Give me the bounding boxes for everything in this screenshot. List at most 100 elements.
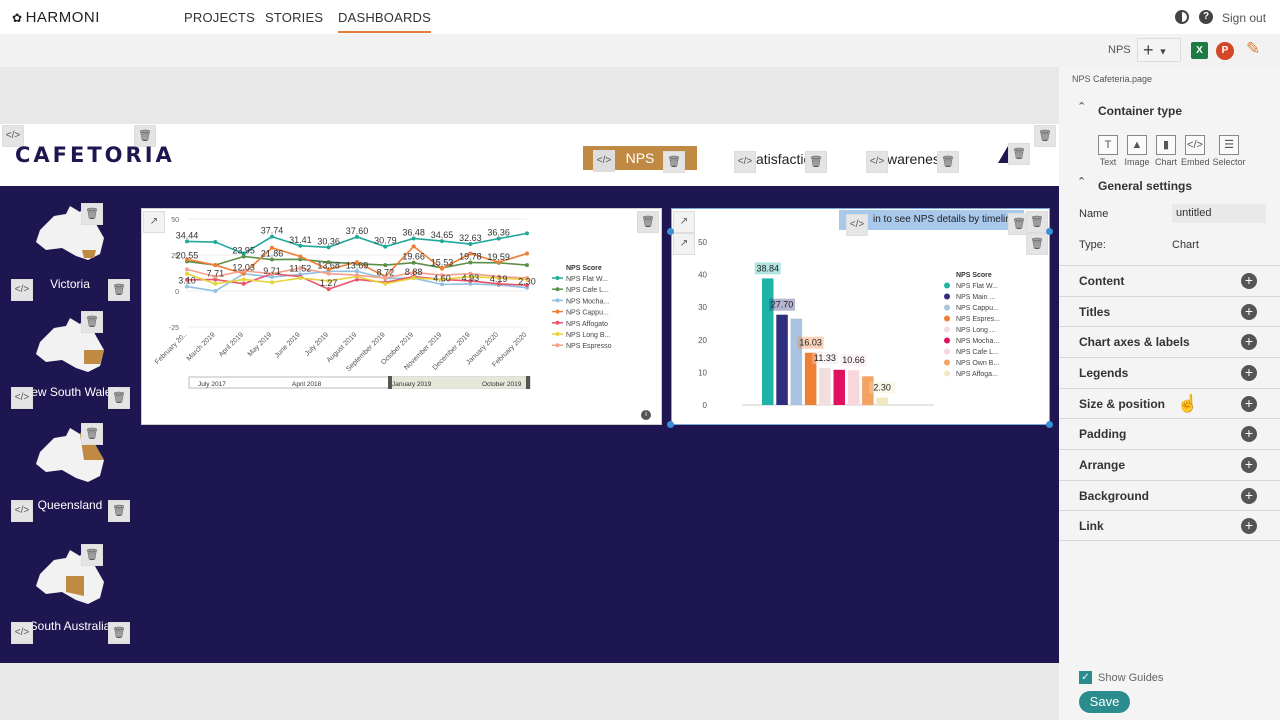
trash-icon[interactable]: 🗑 (937, 151, 959, 173)
trash-icon[interactable]: 🗑 (805, 151, 827, 173)
plus-icon[interactable]: + (1241, 518, 1257, 534)
embed-code-icon[interactable]: </> (593, 150, 615, 172)
type-selector[interactable]: ☰ Selector (1212, 135, 1246, 167)
tab-stories[interactable]: STORIES (265, 10, 323, 25)
general-settings-heading[interactable]: General settings (1098, 179, 1192, 193)
data-label: 27.70 (771, 300, 794, 310)
excel-export-icon[interactable]: X (1191, 42, 1208, 59)
section-background[interactable]: Background + (1059, 480, 1280, 511)
type-image[interactable]: ▲ Image (1123, 135, 1151, 167)
powerpoint-export-icon[interactable]: P (1216, 42, 1234, 60)
embed-code-icon[interactable]: </> (11, 622, 33, 644)
expand-icon[interactable]: ↗ (673, 233, 695, 255)
embed-code-icon[interactable]: </> (866, 151, 888, 173)
trash-icon[interactable]: 🗑 (1026, 233, 1048, 255)
trash-icon[interactable]: 🗑 (1034, 125, 1056, 147)
harmoni-logo-icon: ✿ (12, 10, 23, 25)
embed-code-icon[interactable]: </> (846, 214, 868, 236)
plus-icon[interactable]: + (1241, 273, 1257, 289)
trash-icon[interactable]: 🗑 (108, 279, 130, 301)
pencil-edit-icon[interactable]: ✎ (1246, 39, 1260, 59)
embed-code-icon[interactable]: </> (11, 387, 33, 409)
chevron-up-icon[interactable]: ⌃ (1077, 100, 1086, 113)
embed-code-icon[interactable]: </> (734, 151, 756, 173)
plus-icon[interactable]: + (1241, 426, 1257, 442)
bar-chart-card[interactable]: 50 40 30 20 10 0 38.84 27.70 16.03 11.33 10.66 2.30… (671, 208, 1050, 425)
resize-handle[interactable] (1046, 228, 1053, 235)
trash-icon[interactable]: 🗑 (81, 423, 103, 445)
toolbar: NPS + ▼ X P ✎ (0, 34, 1280, 67)
trash-icon[interactable]: 🗑 (81, 311, 103, 333)
y-tick-label: 20 (698, 336, 707, 345)
trash-icon[interactable]: 🗑 (108, 500, 130, 522)
line-chart-card[interactable]: 50 25 0 -25 February 20.. March 2019 April 201… (141, 208, 662, 425)
resize-handle[interactable] (1046, 421, 1053, 428)
plus-icon[interactable]: + (1241, 304, 1257, 320)
save-button[interactable]: Save (1079, 691, 1130, 713)
embed-code-icon[interactable]: </> (11, 500, 33, 522)
data-label: 34.44 (176, 230, 199, 240)
trash-icon[interactable]: 🗑 (108, 387, 130, 409)
trash-icon[interactable]: 🗑 (81, 544, 103, 566)
show-guides-toggle[interactable]: ✓ Show Guides (1079, 671, 1163, 684)
nps-bar-chart[interactable]: 50 40 30 20 10 0 38.84 27.70 16.03 11.33 10.66 2.30… (672, 209, 1051, 426)
plus-icon[interactable]: + (1241, 365, 1257, 381)
section-arrange[interactable]: Arrange + (1059, 449, 1280, 480)
data-point (525, 251, 529, 256)
trash-icon[interactable]: 🗑 (81, 203, 103, 225)
section-legends[interactable]: Legends + (1059, 357, 1280, 388)
brand-logo[interactable]: ✿ HARMONI (12, 9, 100, 26)
help-icon[interactable]: ? (1199, 10, 1213, 24)
satisfaction-link[interactable]: atisfactio (756, 151, 811, 167)
plus-icon[interactable]: + (1241, 488, 1257, 504)
tab-projects[interactable]: PROJECTS (184, 10, 255, 25)
plus-icon[interactable]: + (1241, 334, 1257, 350)
type-embed[interactable]: </> Embed (1181, 135, 1210, 167)
section-link-label: Link (1079, 519, 1104, 533)
section-size-position[interactable]: Size & position + (1059, 388, 1280, 419)
type-chart[interactable]: ▮ Chart (1152, 135, 1180, 167)
expand-icon[interactable]: ↗ (673, 211, 695, 233)
data-label: 34.65 (431, 230, 454, 240)
trash-icon[interactable]: 🗑 (108, 622, 130, 644)
chevron-up-icon[interactable]: ⌃ (1077, 175, 1086, 188)
container-type-heading[interactable]: Container type (1098, 104, 1182, 118)
section-chart-axes[interactable]: Chart axes & labels + (1059, 326, 1280, 357)
checkbox-checked-icon[interactable]: ✓ (1079, 671, 1092, 684)
data-label: 30.36 (317, 236, 340, 246)
theme-toggle-icon[interactable] (1175, 10, 1189, 24)
home-icon[interactable] (998, 146, 1008, 163)
tab-dashboards[interactable]: DASHBOARDS (338, 10, 432, 33)
trash-icon[interactable]: 🗑 (1026, 211, 1048, 233)
name-input[interactable]: untitled (1172, 204, 1266, 223)
data-label: 13.68 (317, 260, 340, 270)
section-content[interactable]: Content + (1059, 265, 1280, 296)
section-content-label: Content (1079, 274, 1125, 288)
info-icon[interactable]: i (641, 410, 651, 420)
bar (819, 368, 831, 405)
section-titles[interactable]: Titles + (1059, 296, 1280, 327)
trash-icon[interactable]: 🗑 (663, 151, 685, 173)
canvas-margin-bottom (0, 663, 1059, 720)
awareness-link[interactable]: warenes (887, 151, 940, 167)
sign-out-link[interactable]: Sign out (1222, 11, 1266, 25)
trash-icon[interactable]: 🗑 (1008, 143, 1030, 165)
resize-handle[interactable] (667, 228, 674, 235)
add-dropdown-button[interactable]: + ▼ (1137, 38, 1181, 62)
bar (776, 314, 788, 405)
trash-icon[interactable]: 🗑 (637, 211, 659, 233)
nps-line-chart[interactable]: 50250-25February 20..March 2019 April 201… (142, 209, 663, 426)
range-label: January 2019 (392, 381, 432, 388)
resize-handle[interactable] (667, 421, 674, 428)
plus-icon[interactable]: + (1241, 396, 1257, 412)
type-text-label: Text (1099, 157, 1117, 167)
cafetoria-logo[interactable]: CAFETORIA (15, 143, 175, 167)
section-padding[interactable]: Padding + (1059, 418, 1280, 449)
data-label: 23.95 (232, 246, 255, 256)
expand-icon[interactable]: ↗ (143, 211, 165, 233)
plus-icon[interactable]: + (1241, 457, 1257, 473)
type-text[interactable]: T Text (1094, 135, 1122, 167)
embed-code-icon[interactable]: </> (11, 279, 33, 301)
section-link[interactable]: Link + (1059, 510, 1280, 541)
section-padding-label: Padding (1079, 427, 1127, 441)
